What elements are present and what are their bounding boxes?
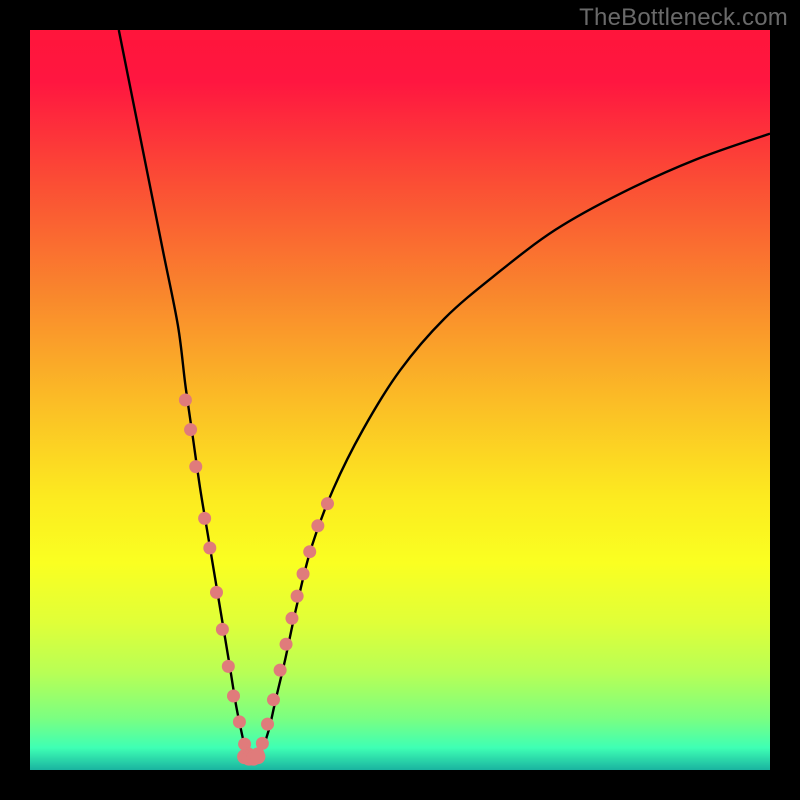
data-point bbox=[267, 693, 280, 706]
data-point bbox=[285, 612, 298, 625]
data-point bbox=[256, 737, 269, 750]
data-point bbox=[250, 749, 265, 764]
plot-area bbox=[30, 30, 770, 770]
data-point bbox=[321, 497, 334, 510]
data-point bbox=[189, 460, 202, 473]
data-point bbox=[261, 718, 274, 731]
watermark-text: TheBottleneck.com bbox=[579, 4, 788, 32]
outer-frame: TheBottleneck.com bbox=[0, 0, 800, 800]
data-point bbox=[291, 590, 304, 603]
data-point bbox=[216, 623, 229, 636]
data-point bbox=[233, 715, 246, 728]
data-point bbox=[198, 512, 211, 525]
data-point bbox=[274, 664, 287, 677]
data-point bbox=[303, 545, 316, 558]
data-point bbox=[311, 519, 324, 532]
data-point bbox=[222, 660, 235, 673]
data-point bbox=[184, 423, 197, 436]
data-point bbox=[297, 567, 310, 580]
data-point bbox=[210, 586, 223, 599]
data-point bbox=[179, 394, 192, 407]
chart-svg bbox=[30, 30, 770, 770]
data-point bbox=[203, 542, 216, 555]
data-point bbox=[280, 638, 293, 651]
data-point bbox=[227, 690, 240, 703]
